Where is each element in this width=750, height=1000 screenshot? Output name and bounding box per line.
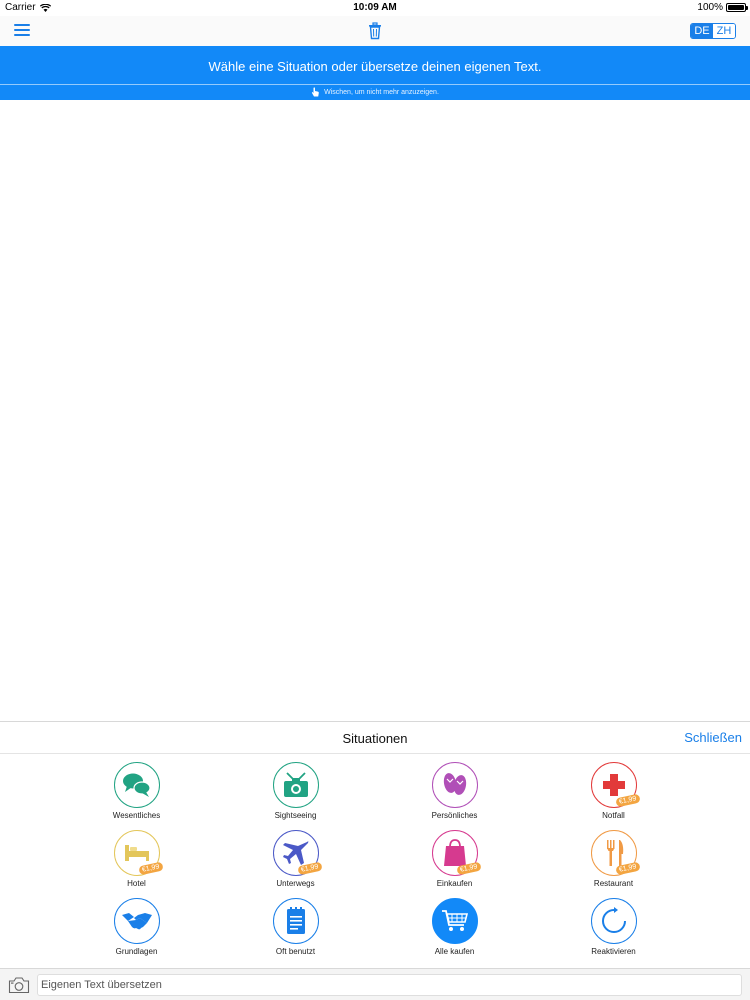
panel-title: Situationen [342,731,408,746]
trash-icon[interactable] [367,22,383,40]
situation-label: Notfall [602,811,625,820]
banner-hint-text: Wischen, um nicht mehr anzuzeigen. [324,88,439,96]
situation-label: Unterwegs [276,879,315,888]
situation-label: Hotel [127,879,146,888]
swipe-hand-icon [311,87,319,97]
handshake-icon [121,913,152,930]
banner-divider [0,84,750,85]
medical-cross-icon [602,774,625,796]
situation-grundlagen[interactable]: Grundlagen [57,898,216,966]
situation-wesentliches[interactable]: Wesentliches [57,762,216,830]
notepad-icon [286,907,305,934]
situation-grid: Wesentliches Sightseeing Persönliches €1… [57,762,693,966]
situation-hotel[interactable]: €1,99 Hotel [57,830,216,898]
situation-label: Reaktivieren [591,947,636,956]
hamburger-menu-icon[interactable] [14,24,30,38]
banner-message: Wähle eine Situation oder übersetze dein… [208,59,542,74]
close-button[interactable]: Schließen [684,730,742,745]
language-toggle: DE ZH [690,23,736,39]
bed-icon [124,845,149,861]
translate-text-input[interactable] [37,974,742,996]
situation-label: Restaurant [593,879,634,888]
situation-label: Wesentliches [112,811,161,820]
battery-status: 100% [697,2,748,13]
situation-reaktivieren[interactable]: Reaktivieren [534,898,693,966]
refresh-icon [601,907,626,933]
shopping-cart-icon [441,910,468,931]
situation-label: Sightseeing [274,811,317,820]
status-bar: Carrier 10:09 AM 100% [0,0,750,16]
situation-einkaufen[interactable]: €1,99 Einkaufen [375,830,534,898]
situation-label: Oft benutzt [275,947,316,956]
situation-unterwegs[interactable]: €1,99 Unterwegs [216,830,375,898]
info-banner[interactable]: Wähle eine Situation oder übersetze dein… [0,46,750,100]
situation-personliches[interactable]: Persönliches [375,762,534,830]
top-toolbar: DE ZH [0,16,750,46]
banner-hint: Wischen, um nicht mehr anzuzeigen. [0,87,750,97]
situations-panel: Situationen Schließen Wesentliches Sight… [0,721,750,968]
situation-label: Persönliches [431,811,478,820]
situation-sightseeing[interactable]: Sightseeing [216,762,375,830]
battery-icon [726,3,748,12]
shopping-bag-icon [443,839,466,866]
battery-percent: 100% [697,2,723,13]
language-option-de[interactable]: DE [691,24,713,38]
situation-label: Grundlagen [115,947,158,956]
situation-label: Einkaufen [436,879,473,888]
panel-header: Situationen Schließen [0,722,750,754]
chat-bubbles-icon [122,773,151,797]
fork-knife-icon [606,840,623,866]
clock: 10:09 AM [353,2,397,13]
flip-flops-icon [443,773,466,795]
situation-oft-benutzt[interactable]: Oft benutzt [216,898,375,966]
situation-restaurant[interactable]: €1,99 Restaurant [534,830,693,898]
situation-notfall[interactable]: €1,99 Notfall [534,762,693,830]
situation-alle-kaufen[interactable]: Alle kaufen [375,898,534,966]
translate-input-bar [0,968,750,1000]
situation-label: Alle kaufen [434,947,475,956]
language-option-zh[interactable]: ZH [713,24,735,38]
camera-icon[interactable] [8,976,30,994]
camera-icon [283,772,308,797]
